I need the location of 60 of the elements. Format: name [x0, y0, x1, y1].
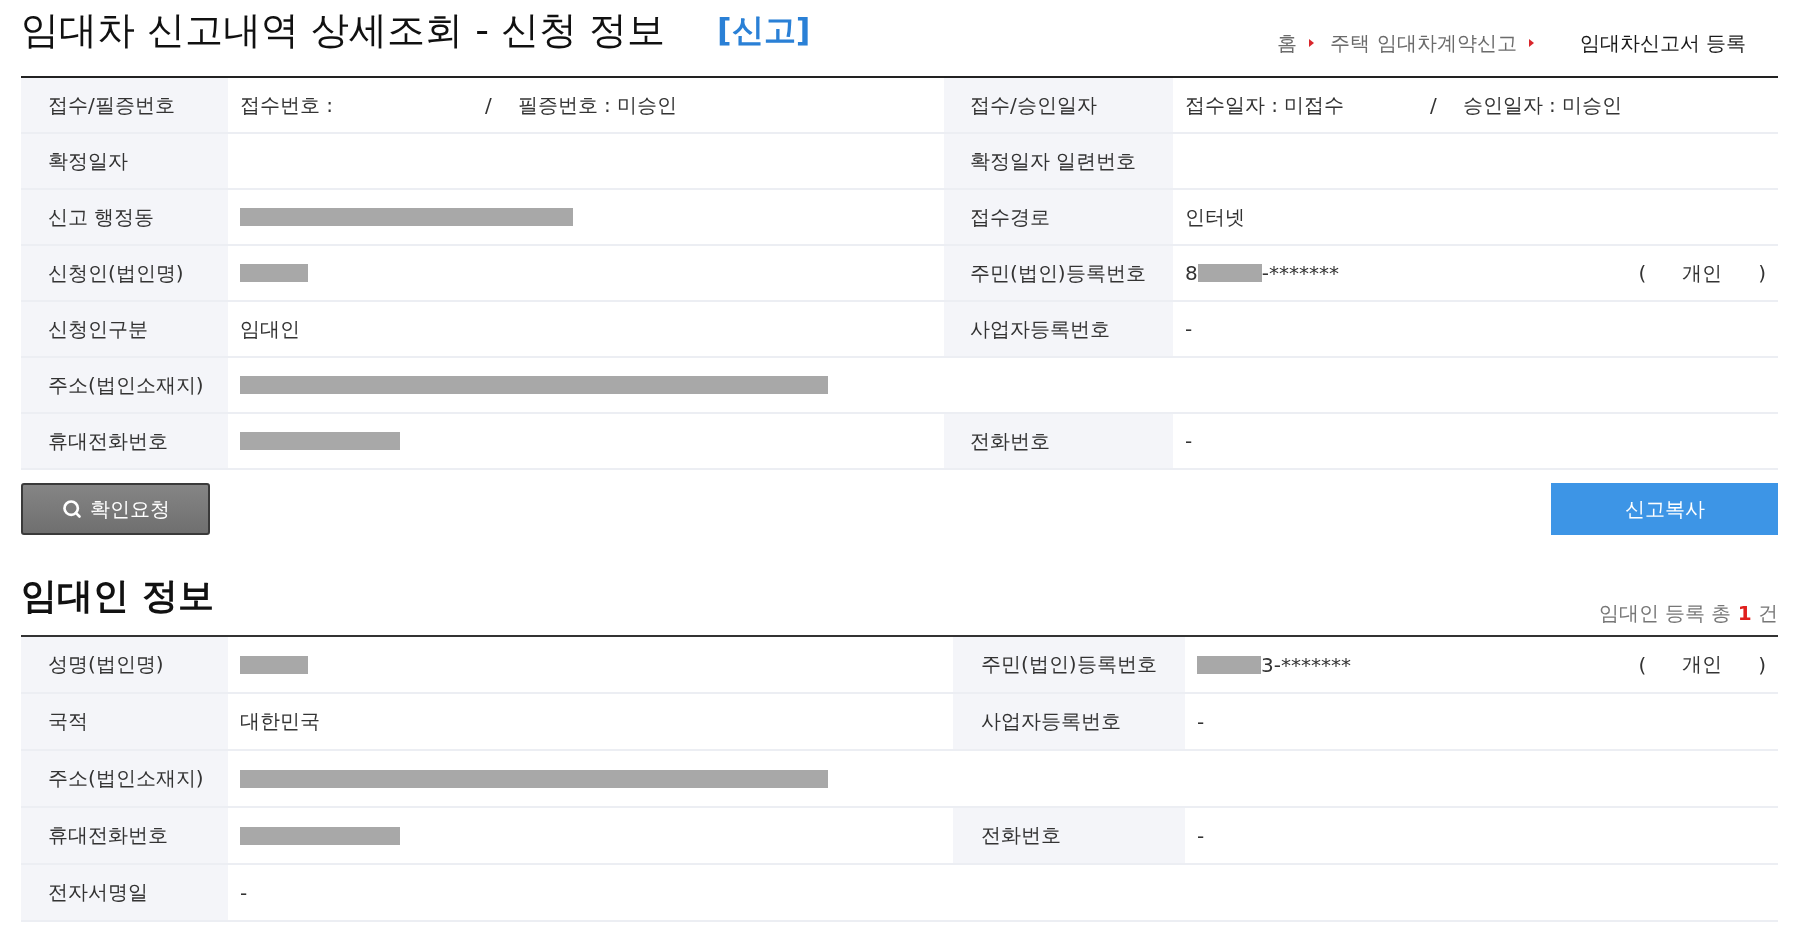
parenthesis-text: ( [1638, 261, 1647, 285]
parenthesis-text: ) [1758, 261, 1766, 285]
field-label: 신고 행정동 [21, 190, 228, 244]
field-label: 휴대전화번호 [21, 414, 228, 468]
field-label: 주민(법인)등록번호 [944, 246, 1173, 300]
caret-icon [1309, 39, 1315, 47]
field-label: 접수경로 [944, 190, 1173, 244]
slash-text: / [1430, 93, 1437, 117]
value-text: - [240, 880, 248, 905]
field-label: 휴대전화번호 [21, 808, 228, 863]
field-label: 사업자등록번호 [944, 302, 1173, 356]
report-tag: [신고] [717, 6, 811, 54]
slash-text: / [485, 93, 492, 117]
field-label: 전화번호 [953, 808, 1185, 863]
confirm-request-button[interactable]: 확인요청 [21, 483, 210, 535]
field-label: 신청인(법인명) [21, 246, 228, 300]
field-label: 주민(법인)등록번호 [953, 637, 1185, 692]
breadcrumb-link[interactable]: 주택 임대차계약신고 [1330, 29, 1517, 57]
value-text: 인터넷 [1185, 203, 1245, 231]
value-text: 임대인 [240, 315, 300, 343]
value-text: 접수번호 : [240, 91, 335, 119]
field-label: 주소(법인소재지) [21, 358, 228, 412]
value-text: - [1185, 317, 1193, 341]
page-title: 임대차 신고내역 상세조회 - 신청 정보 [21, 7, 666, 54]
field-label: 전화번호 [944, 414, 1173, 468]
field-label: 신청인구분 [21, 302, 228, 356]
redaction-bar [1197, 655, 1261, 674]
field-label: 전자서명일 [21, 865, 228, 920]
parenthesis-text: ( [1638, 652, 1647, 677]
redaction-bar [1197, 264, 1262, 282]
value-text: - [1197, 709, 1205, 734]
value-text: - [1185, 429, 1193, 453]
person-type-text: 개인 [1682, 651, 1723, 678]
copy-report-button[interactable]: 신고복사 [1551, 483, 1778, 535]
person-type-text: 개인 [1682, 259, 1723, 287]
parenthesis-text: ) [1758, 652, 1766, 677]
section-title: 임대인 정보 [21, 574, 214, 618]
field-label: 국적 [21, 694, 228, 749]
value-text: 8 [1185, 261, 1198, 285]
caret-icon [1528, 39, 1534, 47]
field-label: 확정일자 일련번호 [944, 134, 1173, 188]
value-text: -******* [1261, 261, 1339, 285]
value-text: 승인일자 : 미승인 [1462, 91, 1623, 119]
value-text: 3-******* [1261, 652, 1351, 677]
field-label: 성명(법인명) [21, 637, 228, 692]
breadcrumb-link[interactable]: 홈 [1277, 29, 1298, 57]
count-text: 임대인 등록 총 1 건 [1598, 600, 1778, 627]
value-text: 접수일자 : 미접수 [1185, 91, 1346, 119]
redaction-bar [240, 264, 308, 282]
search-icon [61, 499, 82, 519]
redaction-bar [240, 655, 308, 674]
value-text: 대한민국 [240, 708, 320, 735]
value-text: 필증번호 : 미승인 [517, 91, 678, 119]
breadcrumb-link[interactable]: 임대차신고서 등록 [1579, 29, 1746, 57]
field-label: 접수/필증번호 [21, 78, 228, 132]
field-label: 주소(법인소재지) [21, 751, 228, 806]
value-text: - [1197, 823, 1205, 848]
field-label: 사업자등록번호 [953, 694, 1185, 749]
field-label: 확정일자 [21, 134, 228, 188]
field-label: 접수/승인일자 [944, 78, 1173, 132]
